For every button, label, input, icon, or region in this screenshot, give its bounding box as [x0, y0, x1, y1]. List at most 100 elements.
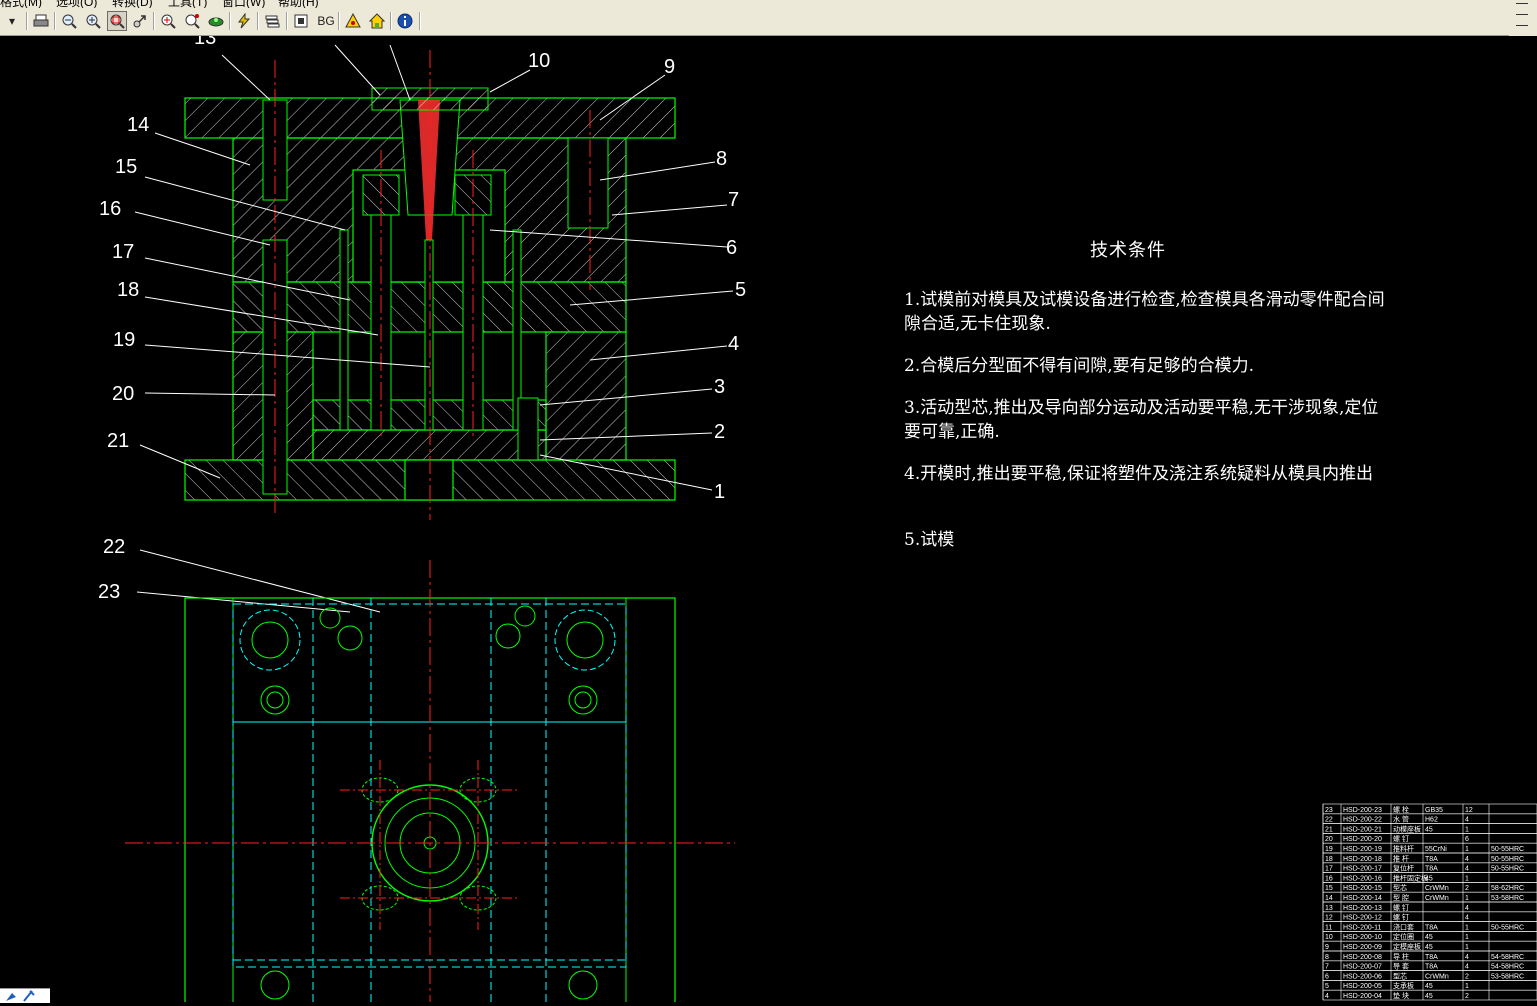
- bom-cell: 2: [1465, 885, 1469, 892]
- bom-cell: 54-58HRC: [1491, 964, 1524, 971]
- bom-cell: 水 管: [1393, 815, 1409, 824]
- bom-cell: HSD-200-23: [1343, 807, 1382, 814]
- bom-cell: T8A: [1425, 866, 1438, 873]
- bom-cell: 53-58HRC: [1491, 895, 1524, 902]
- bom-cell: 4: [1465, 817, 1469, 824]
- bom-cell: 4: [1465, 954, 1469, 961]
- bom-row: 8 HSD-200-08 导 柱 T8A 4 54-58HRC: [1322, 950, 1537, 962]
- bom-cell: 导 柱: [1393, 952, 1409, 961]
- bom-cell: HSD-200-12: [1343, 915, 1382, 922]
- menu-tools[interactable]: 工具(T): [168, 0, 207, 8]
- menu-bar: 格式(M) 选项(O) 转换(D) 工具(T) 窗口(W) 帮助(H): [0, 0, 1537, 8]
- bom-cell: 1: [1465, 934, 1469, 941]
- bom-cell: 2: [1465, 973, 1469, 980]
- bom-cell: 1: [1465, 826, 1469, 833]
- bom-cell: HSD-200-05: [1343, 983, 1382, 990]
- zoom-previous-icon[interactable]: [182, 11, 202, 31]
- bom-row: 23 HSD-200-23 螺 栓 GB35 12: [1322, 803, 1537, 815]
- bom-cell: 58-62HRC: [1491, 885, 1524, 892]
- window-line-icon: [1516, 14, 1528, 15]
- toolbar-separator: [390, 12, 392, 30]
- zoom-realtime-icon[interactable]: [158, 11, 178, 31]
- callout-3: 3: [714, 376, 725, 398]
- note-item-5: 5.试模: [904, 530, 955, 550]
- bom-cell: 5: [1325, 983, 1329, 990]
- bom-cell: 1: [1465, 944, 1469, 951]
- bom-cell: 4: [1465, 866, 1469, 873]
- drawing-canvas[interactable]: 10 9 8 7 6 5 4 3 2 1 13 14 15 16 17 18 1…: [0, 36, 1537, 1002]
- bom-cell: T8A: [1425, 964, 1438, 971]
- note-item-4: 4.开模时,推出要平稳,保证将塑件及浇注系统疑料从模具内推出: [904, 464, 1374, 484]
- bom-cell: 推料杆: [1393, 844, 1414, 853]
- mold-section-view: [184, 50, 676, 520]
- callout-2: 2: [714, 421, 725, 443]
- info-icon[interactable]: [395, 11, 415, 31]
- note-item-2: 2.合模后分型面不得有间隙,要有足够的合模力.: [904, 356, 1255, 376]
- callout-13: 13: [194, 36, 216, 49]
- bom-cell: 13: [1325, 905, 1333, 912]
- menu-help[interactable]: 帮助(H): [278, 0, 319, 8]
- callout-10: 10: [528, 50, 550, 72]
- bom-cell: HSD-200-22: [1343, 817, 1382, 824]
- bom-cell: 45: [1425, 934, 1433, 941]
- bom-row: 18 HSD-200-18 推 杆 T8A 4 50-55HRC: [1322, 852, 1537, 864]
- pan-icon[interactable]: [130, 11, 150, 31]
- tools-icon[interactable]: [0, 988, 50, 1003]
- window-control-strip: [1509, 0, 1537, 36]
- bom-row: 20 HSD-200-20 螺 钉 6: [1322, 833, 1537, 844]
- bom-cell: 1: [1465, 983, 1469, 990]
- lightning-icon[interactable]: [234, 11, 254, 31]
- zoom-window-icon[interactable]: [107, 11, 127, 31]
- bom-cell: HSD-200-11: [1343, 924, 1381, 931]
- bom-cell: 16: [1325, 875, 1333, 882]
- bom-cell: HSD-200-13: [1343, 905, 1382, 912]
- bom-cell: HSD-200-21: [1343, 826, 1382, 833]
- home-icon[interactable]: [367, 11, 387, 31]
- bom-row: 16 HSD-200-16 推杆固定板45 1: [1322, 872, 1537, 883]
- bom-cell: 12: [1325, 915, 1333, 922]
- bom-cell: 50-55HRC: [1491, 856, 1524, 863]
- note-item-3: 3.活动型芯,推出及导向部分运动及活动要平稳,无干涉现象,定位要可靠,正确.: [904, 398, 1379, 442]
- bom-cell: 推 杆: [1393, 854, 1409, 863]
- menu-options[interactable]: 选项(O): [56, 0, 97, 8]
- view-3d-icon[interactable]: [206, 11, 226, 31]
- note-item-1: 1.试模前对模具及试模设备进行检查,检查模具各滑动零件配合间隙合适,无卡住现象.: [904, 290, 1385, 334]
- layers-icon[interactable]: [262, 11, 282, 31]
- print-icon[interactable]: [31, 11, 51, 31]
- bom-row: 19 HSD-200-19 推料杆 55CrNi 1 50-55HRC: [1322, 842, 1537, 854]
- callout-9: 9: [664, 56, 675, 78]
- bom-cell: 18: [1325, 856, 1333, 863]
- bom-cell: 支承板: [1393, 981, 1414, 990]
- bom-cell: 1: [1465, 875, 1469, 882]
- menu-format[interactable]: 格式(M): [0, 0, 42, 8]
- bom-cell: 45: [1425, 826, 1433, 833]
- bom-row: 22 HSD-200-22 水 管 H62 4: [1322, 813, 1537, 824]
- menu-convert[interactable]: 转换(D): [112, 0, 153, 8]
- zoom-out-icon[interactable]: [59, 11, 79, 31]
- bom-cell: HSD-200-06: [1343, 973, 1382, 980]
- menu-window[interactable]: 窗口(W): [222, 0, 265, 8]
- bom-cell: CrWMn: [1425, 895, 1449, 902]
- bom-cell: 15: [1325, 885, 1333, 892]
- mold-plan-view: [125, 560, 735, 1002]
- callout-16: 16: [99, 198, 121, 220]
- bom-cell: 21: [1325, 826, 1333, 833]
- callout-22: 22: [103, 536, 125, 558]
- background-icon[interactable]: [291, 11, 311, 31]
- bom-cell: 型 腔: [1393, 893, 1409, 902]
- notes-title: 技术条件: [1090, 240, 1166, 261]
- bom-row: 17 HSD-200-17 复位杆 T8A 4 50-55HRC: [1322, 862, 1537, 873]
- zoom-in-icon[interactable]: [83, 11, 103, 31]
- open-dropdown-icon[interactable]: ▾: [0, 11, 24, 31]
- bom-row: 10 HSD-200-10 定位圈 45 1: [1322, 931, 1537, 942]
- bom-cell: 11: [1325, 924, 1332, 931]
- bom-cell: 23: [1325, 807, 1333, 814]
- markup-icon[interactable]: [343, 11, 363, 31]
- toolbar-separator: [419, 12, 421, 30]
- bg-button[interactable]: BG: [314, 11, 338, 31]
- bom-cell: 45: [1425, 983, 1433, 990]
- bom-cell: 4: [1465, 964, 1469, 971]
- bom-cell: HSD-200-04: [1343, 993, 1382, 1000]
- bom-cell: 50-55HRC: [1491, 924, 1524, 931]
- bom-cell: 螺 钉: [1393, 903, 1409, 912]
